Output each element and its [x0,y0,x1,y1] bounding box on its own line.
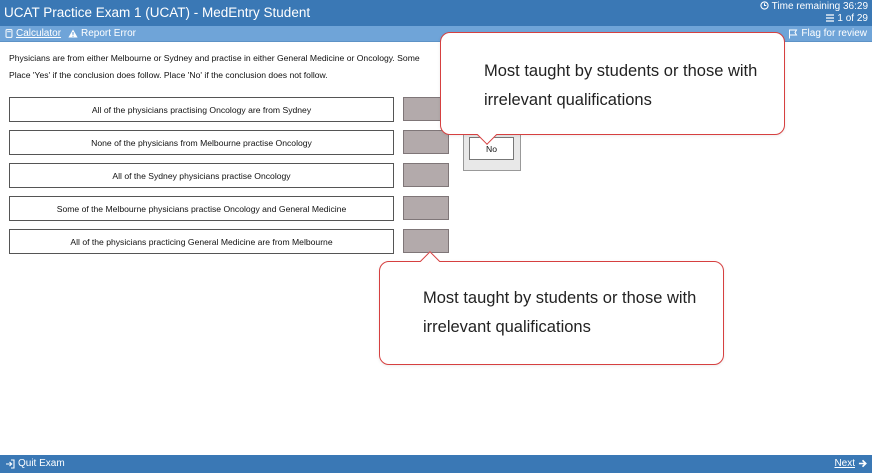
footer-bar: Quit Exam Next [0,455,872,473]
next-button[interactable]: Next [834,458,867,469]
question-progress: 1 of 29 [760,13,868,25]
statement-4[interactable]: Some of the Melbourne physicians practis… [9,196,394,221]
answer-drop-zone-2[interactable] [403,130,449,154]
question-instruction: Place 'Yes' if the conclusion does follo… [9,70,328,80]
statement-5[interactable]: All of the physicians practicing General… [9,229,394,254]
warning-icon [68,29,78,38]
callout-bottom-arrow [420,251,440,271]
quit-exam-label: Quit Exam [18,458,65,469]
answer-drop-zone-4[interactable] [403,196,449,220]
flag-label: Flag for review [801,28,867,39]
calculator-button[interactable]: Calculator [5,28,61,39]
flag-icon [789,29,798,38]
arrow-right-icon [858,459,867,468]
time-remaining-text: Time remaining 36:29 [771,1,868,12]
clock-icon [760,1,769,10]
question-intro: Physicians are from either Melbourne or … [9,53,420,63]
flag-for-review-button[interactable]: Flag for review [788,28,867,39]
quit-exam-button[interactable]: Quit Exam [5,458,65,469]
progress-text: 1 of 29 [837,12,868,24]
callout-bottom: Most taught by students or those with ir… [379,251,724,365]
exam-title: UCAT Practice Exam 1 (UCAT) - MedEntry S… [4,5,311,20]
no-option[interactable]: No [469,137,514,160]
next-label: Next [834,458,855,469]
statement-1[interactable]: All of the physicians practising Oncolog… [9,97,394,122]
time-remaining: Time remaining 36:29 [760,1,868,13]
title-bar: UCAT Practice Exam 1 (UCAT) - MedEntry S… [0,0,872,26]
statement-3[interactable]: All of the Sydney physicians practise On… [9,163,394,188]
callout-top-text: Most taught by students or those with ir… [484,62,758,109]
report-error-button[interactable]: Report Error [68,28,136,39]
statement-2[interactable]: None of the physicians from Melbourne pr… [9,130,394,155]
answer-drop-zone-5[interactable] [403,229,449,253]
report-error-label: Report Error [81,28,137,39]
answer-drop-zone-3[interactable] [403,163,449,187]
calculator-icon [5,29,13,38]
exit-icon [6,458,15,469]
callout-bottom-text: Most taught by students or those with ir… [423,289,697,336]
callout-top: Most taught by students or those with ir… [440,32,785,145]
list-icon [825,13,834,22]
calculator-label: Calculator [16,28,62,39]
timer-panel: Time remaining 36:29 1 of 29 [760,1,868,24]
